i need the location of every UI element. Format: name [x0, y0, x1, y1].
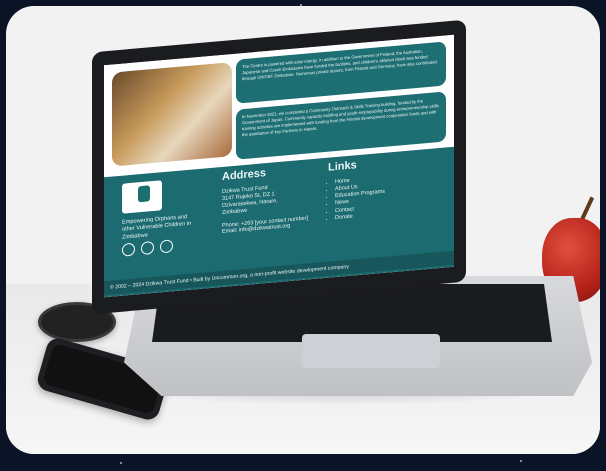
- background-star: [120, 462, 122, 464]
- laptop-trackpad: [302, 334, 440, 368]
- linkedin-icon[interactable]: [160, 239, 173, 254]
- photo-card: The Centre is powered with solar energy.…: [6, 6, 600, 454]
- dzikwa-logo[interactable]: [122, 180, 162, 214]
- facebook-icon[interactable]: [122, 242, 135, 257]
- social-links: [122, 239, 173, 257]
- links-block: Links Home About Us Education Programs N…: [328, 152, 438, 222]
- address-block: Address Dzikwa Trust Fund 3147 Rujeko St…: [222, 162, 322, 236]
- laptop-screen: The Centre is powered with solar energy.…: [104, 34, 454, 298]
- instagram-icon[interactable]: [141, 240, 154, 256]
- address-title: Address: [222, 167, 267, 183]
- footer-tagline: Empowering Orphans and other Vulnerable …: [122, 214, 192, 241]
- children-photo: [112, 62, 232, 167]
- background-star: [520, 460, 522, 462]
